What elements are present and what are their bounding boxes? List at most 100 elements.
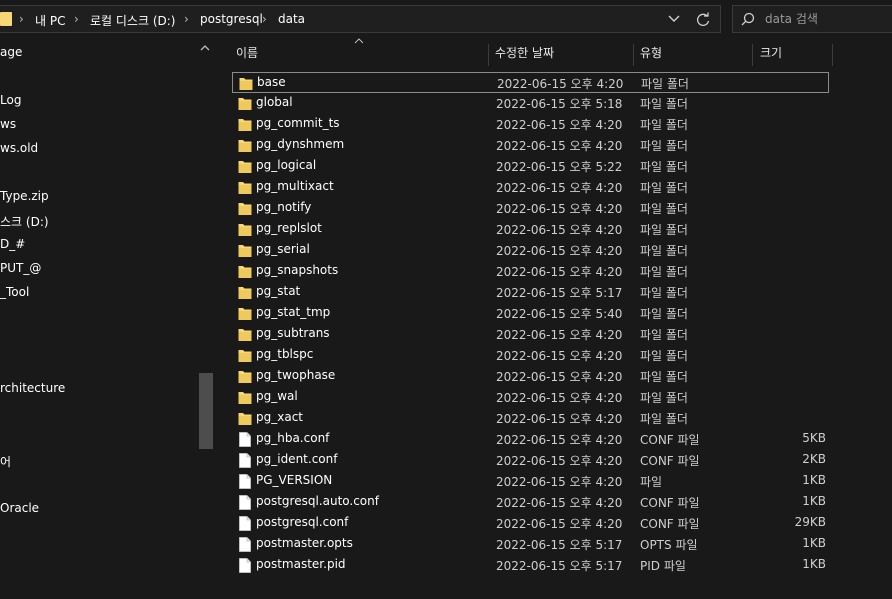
file-type: CONF 파일 [640, 496, 700, 510]
file-name: pg_logical [256, 158, 317, 172]
file-date-modified: 2022-06-15 오후 4:20 [497, 77, 624, 91]
address-bar[interactable]: › 내 PC › 로컬 디스크 (D:) › postgresql › data [0, 5, 721, 33]
file-date-modified: 2022-06-15 오후 4:20 [496, 118, 623, 132]
file-row[interactable]: pg_serial 2022-06-15 오후 4:20 파일 폴더 [232, 240, 829, 261]
column-header-size[interactable]: 크기 [760, 44, 782, 64]
search-input[interactable] [765, 10, 885, 28]
file-row[interactable]: pg_dynshmem 2022-06-15 오후 4:20 파일 폴더 [232, 135, 829, 156]
file-row[interactable]: pg_logical 2022-06-15 오후 5:22 파일 폴더 [232, 156, 829, 177]
nav-item[interactable]: ws [0, 117, 16, 139]
file-row[interactable]: pg_stat_tmp 2022-06-15 오후 5:40 파일 폴더 [232, 303, 829, 324]
file-date-modified: 2022-06-15 오후 5:17 [496, 286, 623, 300]
file-row[interactable]: postmaster.opts 2022-06-15 오후 5:17 OPTS 파일… [232, 534, 829, 555]
nav-item[interactable]: ws.old [0, 141, 38, 163]
file-date-modified: 2022-06-15 오후 4:20 [496, 517, 623, 531]
nav-item[interactable]: _Tool [0, 285, 29, 307]
file-row[interactable]: pg_notify 2022-06-15 오후 4:20 파일 폴더 [232, 198, 829, 219]
chevron-up-icon[interactable] [199, 42, 211, 54]
file-type: CONF 파일 [640, 454, 700, 468]
file-type: 파일 폴더 [640, 286, 688, 300]
file-row[interactable]: PG_VERSION 2022-06-15 오후 4:20 파일 1KB [232, 471, 829, 492]
search-box [732, 5, 892, 33]
file-row[interactable]: base 2022-06-15 오후 4:20 파일 폴더 [232, 72, 829, 93]
file-row[interactable]: global 2022-06-15 오후 5:18 파일 폴더 [232, 93, 829, 114]
nav-item[interactable]: rchitecture [0, 381, 65, 403]
file-date-modified: 2022-06-15 오후 4:20 [496, 349, 623, 363]
scrollbar-thumb[interactable] [199, 373, 213, 449]
file-type: 파일 폴더 [640, 139, 688, 153]
folder-icon [238, 159, 252, 174]
file-row[interactable]: pg_commit_ts 2022-06-15 오후 4:20 파일 폴더 [232, 114, 829, 135]
column-header-type[interactable]: 유형 [640, 44, 662, 64]
file-row[interactable]: pg_ident.conf 2022-06-15 오후 4:20 CONF 파일 2K… [232, 450, 829, 471]
nav-item[interactable]: age [0, 45, 22, 67]
breadcrumb-data[interactable]: data [278, 12, 305, 26]
file-type: 파일 폴더 [640, 412, 688, 426]
breadcrumb-my-pc[interactable]: 내 PC [35, 12, 65, 29]
file-icon [238, 453, 252, 468]
column-divider[interactable] [488, 44, 489, 66]
nav-item[interactable]: D_# [0, 237, 25, 259]
nav-item[interactable]: Log [0, 93, 21, 115]
file-date-modified: 2022-06-15 오후 4:20 [496, 202, 623, 216]
file-row[interactable]: pg_xact 2022-06-15 오후 4:20 파일 폴더 [232, 408, 829, 429]
breadcrumb-separator: › [184, 12, 189, 26]
column-header-date[interactable]: 수정한 날짜 [495, 44, 554, 64]
breadcrumb-separator: › [262, 12, 267, 26]
file-row[interactable]: postgresql.auto.conf 2022-06-15 오후 4:20 CO… [232, 492, 829, 513]
file-type: 파일 폴더 [640, 244, 688, 258]
breadcrumb-postgresql[interactable]: postgresql [200, 12, 263, 26]
file-name: global [256, 95, 293, 109]
chevron-down-icon[interactable] [666, 12, 682, 26]
file-name: pg_twophase [256, 368, 336, 382]
nav-item[interactable]: Type.zip [0, 189, 49, 211]
folder-icon [238, 201, 252, 216]
column-divider[interactable] [633, 44, 634, 66]
file-name: postmaster.pid [256, 557, 346, 571]
file-name: postmaster.opts [256, 536, 353, 550]
nav-item[interactable]: PUT_@ [0, 261, 41, 283]
file-date-modified: 2022-06-15 오후 4:20 [496, 433, 623, 447]
breadcrumb-local-disk[interactable]: 로컬 디스크 (D:) [90, 12, 175, 29]
column-divider[interactable] [832, 44, 833, 66]
column-header-name[interactable]: 이름 [236, 44, 258, 64]
address-bar-area: › 내 PC › 로컬 디스크 (D:) › postgresql › data [0, 0, 892, 38]
file-size: 1KB [802, 536, 826, 550]
file-row[interactable]: pg_tblspc 2022-06-15 오후 4:20 파일 폴더 [232, 345, 829, 366]
file-name: pg_multixact [256, 179, 334, 193]
file-name: pg_snapshots [256, 263, 339, 277]
folder-icon [238, 411, 252, 426]
file-name: base [257, 75, 286, 89]
file-date-modified: 2022-06-15 오후 4:20 [496, 181, 623, 195]
nav-item[interactable]: 스크 (D:) [0, 213, 49, 235]
file-row[interactable]: pg_hba.conf 2022-06-15 오후 4:20 CONF 파일 5KB [232, 429, 829, 450]
file-size: 29KB [794, 515, 826, 529]
file-row[interactable]: pg_twophase 2022-06-15 오후 4:20 파일 폴더 [232, 366, 829, 387]
file-row[interactable]: pg_subtrans 2022-06-15 오후 4:20 파일 폴더 [232, 324, 829, 345]
file-row[interactable]: pg_snapshots 2022-06-15 오후 4:20 파일 폴더 [232, 261, 829, 282]
refresh-icon[interactable] [694, 11, 712, 29]
folder-icon [238, 96, 252, 111]
folder-icon [238, 348, 252, 363]
file-row[interactable]: pg_multixact 2022-06-15 오후 4:20 파일 폴더 [232, 177, 829, 198]
file-name: postgresql.conf [256, 515, 349, 529]
file-date-modified: 2022-06-15 오후 4:20 [496, 370, 623, 384]
file-date-modified: 2022-06-15 오후 5:17 [496, 538, 623, 552]
file-row[interactable]: pg_replslot 2022-06-15 오후 4:20 파일 폴더 [232, 219, 829, 240]
file-row[interactable]: postmaster.pid 2022-06-15 오후 5:17 PID 파일 1K… [232, 555, 829, 576]
file-name: pg_tblspc [256, 347, 314, 361]
file-row[interactable]: pg_stat 2022-06-15 오후 5:17 파일 폴더 [232, 282, 829, 303]
nav-item[interactable]: Oracle [0, 501, 39, 523]
file-row[interactable]: postgresql.conf 2022-06-15 오후 4:20 CONF 파일… [232, 513, 829, 534]
column-divider[interactable] [752, 44, 753, 66]
file-name: pg_replslot [256, 221, 322, 235]
folder-icon [239, 76, 253, 91]
folder-icon [238, 180, 252, 195]
nav-item[interactable]: 어 [0, 453, 11, 475]
file-name: PG_VERSION [256, 473, 333, 487]
file-row[interactable]: pg_wal 2022-06-15 오후 4:20 파일 폴더 [232, 387, 829, 408]
file-name: pg_commit_ts [256, 116, 340, 130]
file-date-modified: 2022-06-15 오후 5:17 [496, 559, 623, 573]
file-name: pg_stat [256, 284, 301, 298]
file-name: pg_notify [256, 200, 312, 214]
